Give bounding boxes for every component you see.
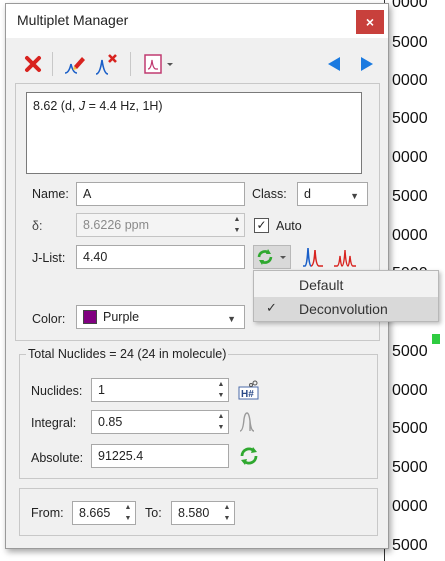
to-label: To: [145,506,162,520]
toolbar-separator [130,52,131,76]
remove-multiplet-icon [95,54,117,75]
axis-tick-label: 5000 [392,420,428,437]
color-swatch [83,310,97,324]
toolbar-separator [52,52,53,76]
name-label: Name: [32,187,69,201]
auto-label: Auto [276,219,302,233]
window-title: Multiplet Manager [17,12,129,28]
axis-tick-label: 0000 [392,382,428,399]
nuclides-calc-button[interactable]: H# [237,378,261,402]
menu-item-default[interactable]: Default [254,273,438,297]
nuclides-group-title: Total Nuclides = 24 (24 in molecule) [26,347,229,361]
delta-value: 8.6226 ppm [83,218,150,232]
axis-tick-label: 5000 [392,34,428,51]
from-field[interactable]: 8.665 ▲ ▼ [72,501,136,525]
integral-spinner[interactable]: ▲ ▼ [214,411,228,433]
previous-arrow-icon [328,57,340,71]
refresh-icon [240,447,258,465]
from-spinner[interactable]: ▲ ▼ [121,502,135,524]
chevron-down-icon: ▼ [350,191,359,201]
delete-button[interactable] [20,51,46,77]
refine-options-menu: Default ✓ Deconvolution [253,270,439,322]
class-value: d [304,187,311,201]
multiplet-split-icon [303,247,323,267]
toolbar [6,44,388,84]
axis-tick-label: 0000 [392,72,428,89]
class-label: Class: [252,187,287,201]
remove-multiplet-button[interactable] [94,51,120,77]
delta-label: δ: [32,219,43,233]
svg-text:H#: H# [241,389,254,400]
refresh-icon [257,249,286,265]
menu-item-label: Default [299,277,344,293]
axis-tick-label: 0000 [392,227,428,244]
nuclides-label: Nuclides: [31,384,83,398]
nuclides-spinner[interactable]: ▲ ▼ [214,379,228,401]
menu-item-label: Deconvolution [299,301,388,317]
class-select[interactable]: d ▼ [297,182,368,206]
to-value: 8.580 [178,506,210,520]
refine-dropdown-button[interactable] [253,245,291,269]
nuclides-value: 1 [98,383,105,397]
name-field[interactable]: A [76,182,245,206]
axis-tick-label: 0000 [392,149,428,166]
merge-multiplet-button[interactable] [332,243,358,269]
split-multiplet-button[interactable] [300,243,326,269]
to-spinner[interactable]: ▲ ▼ [220,502,234,524]
axis-tick-label: 5000 [392,459,428,476]
color-select[interactable]: Purple ▼ [76,305,245,329]
from-value: 8.665 [79,506,111,520]
title-bar[interactable]: Multiplet Manager × [6,4,388,38]
delta-spinner: ▲ ▼ [233,216,241,234]
delete-icon [25,56,41,72]
multiplet-description-field[interactable]: 8.62 (d, J = 4.4 Hz, 1H) [26,92,362,174]
description-suffix: = 4.4 Hz, 1H) [85,99,163,113]
axis-tick-label: 0000 [392,0,428,11]
auto-checkbox[interactable]: ✓ [254,218,269,233]
multiplet-merge-icon [334,249,356,267]
report-dropdown-button[interactable] [140,51,180,77]
axis-tick-label: 0000 [392,498,428,515]
next-arrow-icon [361,57,373,71]
absolute-field[interactable]: 91225.4 [91,444,229,468]
jlist-label: J-List: [32,251,66,265]
close-button[interactable]: × [356,10,384,34]
integral-curve-icon [239,412,255,432]
jlist-field[interactable]: 4.40 [76,245,245,269]
integral-calc-button [237,410,261,434]
axis-tick-label: 5000 [392,537,428,554]
color-label: Color: [32,312,66,326]
peak-marker [432,334,440,344]
integral-label: Integral: [31,416,77,430]
integral-field[interactable]: 0.85 ▲ ▼ [91,410,229,434]
from-label: From: [31,506,64,520]
edit-multiplet-button[interactable] [62,51,88,77]
to-field[interactable]: 8.580 ▲ ▼ [171,501,235,525]
color-value: Purple [103,310,140,324]
hash-nuclide-icon: H# [238,380,259,400]
nuclides-field[interactable]: 1 ▲ ▼ [91,378,229,402]
chevron-down-icon: ▼ [227,314,236,324]
next-button[interactable] [354,51,380,77]
integral-value: 0.85 [98,415,123,429]
axis-tick-label: 5000 [392,343,428,360]
checkmark-icon: ✓ [266,300,277,315]
edit-multiplet-icon [64,57,85,74]
absolute-label: Absolute: [31,451,84,465]
previous-button[interactable] [321,51,347,77]
absolute-refresh-button[interactable] [237,444,261,468]
report-icon [144,54,173,74]
menu-item-deconvolution[interactable]: ✓ Deconvolution [254,297,438,321]
axis-tick-label: 5000 [392,188,428,205]
delta-field: 8.6226 ppm ▲ ▼ [76,213,245,237]
axis-tick-label: 5000 [392,110,428,127]
description-prefix: 8.62 (d, [33,99,79,113]
